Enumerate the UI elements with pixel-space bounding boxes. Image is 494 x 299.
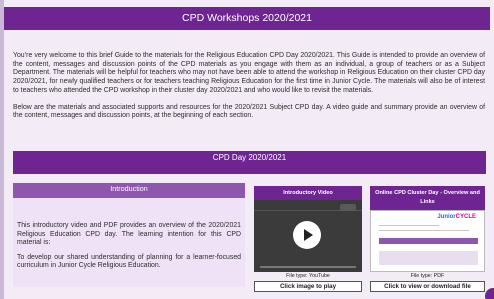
play-icon: [304, 229, 313, 241]
pdf-thumbnail[interactable]: JuniorCYCLE: [370, 210, 485, 272]
video-card-title: Introductory Video: [283, 190, 333, 196]
page-title: CPD Workshops 2020/2021: [182, 12, 312, 24]
download-pdf-button[interactable]: Click to view or download file: [370, 281, 485, 292]
play-video-button[interactable]: Click image to play: [254, 281, 362, 292]
thumb-content-block: [379, 251, 478, 265]
pdf-card: Online CPD Cluster Day - Overview and Li…: [370, 186, 485, 292]
play-button[interactable]: [293, 221, 321, 249]
introduction-card-title: Introduction: [110, 184, 148, 193]
intro-text: You’re very welcome to this brief Guide …: [13, 52, 485, 129]
logo-text-cycle: CYCLE: [455, 214, 476, 220]
introduction-card: Introduction This introductory video and…: [13, 183, 245, 287]
intro-paragraph-1: You’re very welcome to this brief Guide …: [13, 52, 485, 94]
video-card-header: Introductory Video: [254, 186, 362, 200]
introduction-paragraph-1: This introductory video and PDF provides…: [17, 222, 241, 247]
thumb-text-line: [379, 230, 469, 231]
introduction-card-header: Introduction: [13, 183, 245, 198]
video-thumbnail[interactable]: [254, 200, 362, 272]
section-title: CPD Day 2020/2021: [212, 153, 287, 162]
video-file-type: File type: YouTube: [286, 273, 330, 279]
pdf-card-title: Online CPD Cluster Day - Overview and Li…: [375, 190, 480, 205]
pdf-card-header: Online CPD Cluster Day - Overview and Li…: [370, 186, 485, 210]
page-title-banner: CPD Workshops 2020/2021: [4, 7, 490, 30]
thumbnail-logo: [340, 204, 356, 211]
junior-cycle-logo: JuniorCYCLE: [437, 214, 476, 220]
thumb-text-line: [379, 225, 439, 226]
introduction-card-body: This introductory video and PDF provides…: [13, 198, 245, 271]
intro-paragraph-2: Below are the materials and associated s…: [13, 103, 485, 120]
logo-text-junior: Junior: [437, 214, 456, 220]
help-bubble-icon[interactable]: [485, 288, 494, 299]
section-banner: CPD Day 2020/2021: [13, 151, 486, 174]
video-progress-bar: [260, 266, 356, 268]
pdf-file-type: File type: PDF: [410, 273, 445, 279]
video-card: Introductory Video File type: YouTube Cl…: [254, 186, 362, 292]
thumb-heading-band: [379, 238, 478, 244]
introduction-paragraph-2: To develop our shared understanding of p…: [17, 253, 241, 270]
